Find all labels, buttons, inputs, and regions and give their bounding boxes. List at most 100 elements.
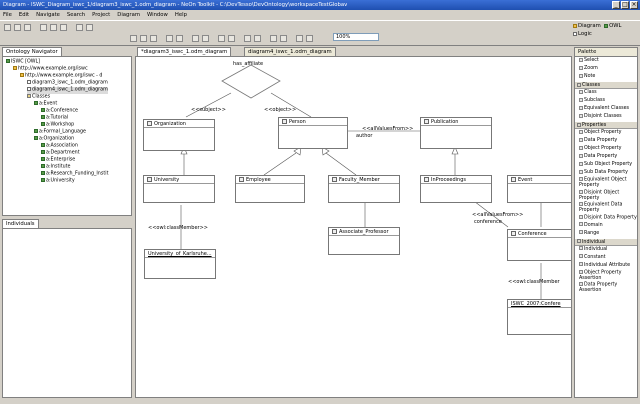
tree-item[interactable]: a:Tutorial bbox=[41, 115, 68, 122]
palette-item[interactable]: Sub Object Property bbox=[575, 161, 637, 169]
palette-section-properties[interactable]: Properties bbox=[575, 121, 637, 129]
close-button[interactable]: × bbox=[630, 1, 638, 9]
individual-node-university-of-karlsruhe[interactable]: University_of_Karlsruhe... bbox=[144, 249, 216, 279]
palette-section-classes[interactable]: Classes bbox=[575, 81, 637, 89]
tree-item[interactable]: diagram3_iswc_1.odm_diagram bbox=[27, 80, 108, 87]
arrange-icon[interactable] bbox=[202, 35, 209, 42]
tab-ontology-navigator[interactable]: Ontology Navigator bbox=[2, 47, 62, 56]
palette-item[interactable]: Object Property bbox=[575, 145, 637, 153]
font-icon[interactable] bbox=[130, 35, 137, 42]
menu-navigate[interactable]: Navigate bbox=[36, 12, 60, 18]
menu-project[interactable]: Project bbox=[92, 12, 110, 18]
menu-search[interactable]: Search bbox=[67, 12, 85, 18]
palette-item[interactable]: Disjoint Object Property bbox=[575, 189, 637, 203]
tree-item[interactable]: a:University bbox=[41, 178, 75, 185]
class-node-publication[interactable]: Publication bbox=[420, 117, 492, 149]
perspective-diagram[interactable]: Diagram bbox=[578, 23, 601, 29]
tab-palette[interactable]: Palette bbox=[574, 47, 638, 56]
palette-item[interactable]: Data Property bbox=[575, 137, 637, 145]
menu-diagram[interactable]: Diagram bbox=[117, 12, 140, 18]
palette-item[interactable]: Sub Data Property bbox=[575, 169, 637, 177]
new-icon[interactable] bbox=[4, 24, 11, 31]
palette-item[interactable]: Constant bbox=[575, 254, 637, 262]
class-node-university[interactable]: University bbox=[143, 175, 215, 203]
palette-note[interactable]: Note bbox=[575, 73, 637, 81]
tab-diagram4[interactable]: diagram4_iswc_1.odm_diagram bbox=[244, 47, 336, 56]
tab-diagram3[interactable]: *diagram3_iswc_1.odm_diagram bbox=[137, 47, 232, 56]
palette-item[interactable]: Equivalent Classes bbox=[575, 105, 637, 113]
layout-icon[interactable] bbox=[228, 35, 235, 42]
zoom-out-icon[interactable] bbox=[306, 35, 313, 42]
class-node-conference[interactable]: Conference bbox=[507, 229, 571, 261]
tree-item[interactable]: a:Association bbox=[41, 143, 78, 150]
palette-item[interactable]: Subclass bbox=[575, 97, 637, 105]
bold-icon[interactable] bbox=[140, 35, 147, 42]
class-node-person[interactable]: Person bbox=[278, 117, 348, 149]
palette-item[interactable]: Disjoint Classes bbox=[575, 113, 637, 121]
palette-item[interactable]: Equivalent Data Property bbox=[575, 202, 637, 215]
palette-item[interactable]: Equivalent Object Property bbox=[575, 177, 637, 190]
palette-section-individual[interactable]: Individual bbox=[575, 237, 637, 246]
palette-item[interactable]: Domain bbox=[575, 222, 637, 230]
tree-item[interactable]: http://www.example.org/iswc bbox=[13, 66, 88, 73]
fill-color-icon[interactable] bbox=[166, 35, 173, 42]
zoom-in-icon[interactable] bbox=[296, 35, 303, 42]
menu-help[interactable]: Help bbox=[175, 12, 187, 18]
palette-item[interactable]: Range bbox=[575, 230, 637, 238]
tree-item-selected[interactable]: diagram4_iswc_1.odm_diagram bbox=[27, 87, 108, 94]
palette-item[interactable]: Object Property Assertion bbox=[575, 269, 637, 283]
route-icon[interactable] bbox=[218, 35, 225, 42]
tree-item[interactable]: a:Event bbox=[34, 101, 57, 108]
palette-item[interactable]: Object Property bbox=[575, 129, 637, 137]
class-node-employee[interactable]: Employee bbox=[235, 175, 305, 203]
zoom-select[interactable]: 100% bbox=[333, 33, 379, 41]
tree-item[interactable]: a:Organization bbox=[34, 136, 74, 143]
maximize-button[interactable]: □ bbox=[621, 1, 629, 9]
run-icon[interactable] bbox=[86, 24, 93, 31]
italic-icon[interactable] bbox=[150, 35, 157, 42]
palette-item[interactable]: Individual Attribute bbox=[575, 262, 637, 270]
print-icon[interactable] bbox=[24, 24, 31, 31]
perspective-owl[interactable]: OWL bbox=[609, 23, 621, 29]
menu-file[interactable]: File bbox=[3, 12, 12, 18]
palette-zoom[interactable]: Zoom bbox=[575, 65, 637, 73]
tree-item[interactable]: a:Conference bbox=[41, 108, 78, 115]
property-icon[interactable] bbox=[60, 24, 67, 31]
line-color-icon[interactable] bbox=[176, 35, 183, 42]
class-node-associate-professor[interactable]: Associate_Professor bbox=[328, 227, 400, 255]
delete-icon[interactable] bbox=[254, 35, 261, 42]
align-icon[interactable] bbox=[192, 35, 199, 42]
tab-individuals[interactable]: Individuals bbox=[2, 219, 39, 228]
menu-window[interactable]: Window bbox=[147, 12, 168, 18]
perspective-logic[interactable]: Logic bbox=[578, 31, 592, 37]
menu-edit[interactable]: Edit bbox=[19, 12, 29, 18]
search-icon[interactable] bbox=[76, 24, 83, 31]
ontology-icon[interactable] bbox=[40, 24, 47, 31]
tree-item[interactable]: a:Research_Funding_Instit bbox=[41, 171, 108, 178]
tree-item[interactable]: a:Enterprise bbox=[41, 157, 75, 164]
palette-item[interactable]: Data Property Assertion bbox=[575, 282, 637, 295]
palette-item[interactable]: Class bbox=[575, 89, 637, 97]
class-icon[interactable] bbox=[50, 24, 57, 31]
class-node-inproceedings[interactable]: InProceedings bbox=[420, 175, 492, 203]
individual-node-iswc2007[interactable]: ISWC_2007:Confere bbox=[507, 299, 571, 335]
class-node-faculty-member[interactable]: Faculty_Member bbox=[328, 175, 400, 203]
redo-icon[interactable] bbox=[280, 35, 287, 42]
class-node-organization[interactable]: Organization bbox=[143, 119, 215, 151]
tree-item[interactable]: a:Workshop bbox=[41, 122, 74, 129]
tree-item[interactable]: a:Formal_Language bbox=[34, 129, 86, 136]
palette-item[interactable]: Data Property bbox=[575, 153, 637, 161]
palette-item[interactable]: Disjoint Data Property bbox=[575, 214, 637, 222]
select-all-icon[interactable] bbox=[244, 35, 251, 42]
class-node-event[interactable]: Event bbox=[507, 175, 571, 203]
minimize-button[interactable]: _ bbox=[612, 1, 620, 9]
tree-item[interactable]: Classes bbox=[27, 94, 50, 101]
tree-item[interactable]: a:Department bbox=[41, 150, 80, 157]
save-icon[interactable] bbox=[14, 24, 21, 31]
palette-item[interactable]: Individual bbox=[575, 246, 637, 254]
tree-item[interactable]: a:Institute bbox=[41, 164, 70, 171]
tree-item[interactable]: ISWC [OWL] bbox=[6, 59, 40, 66]
undo-icon[interactable] bbox=[270, 35, 277, 42]
tree-item[interactable]: http://www.example.org/iswc - d bbox=[20, 73, 102, 80]
palette-select[interactable]: Select bbox=[575, 57, 637, 65]
